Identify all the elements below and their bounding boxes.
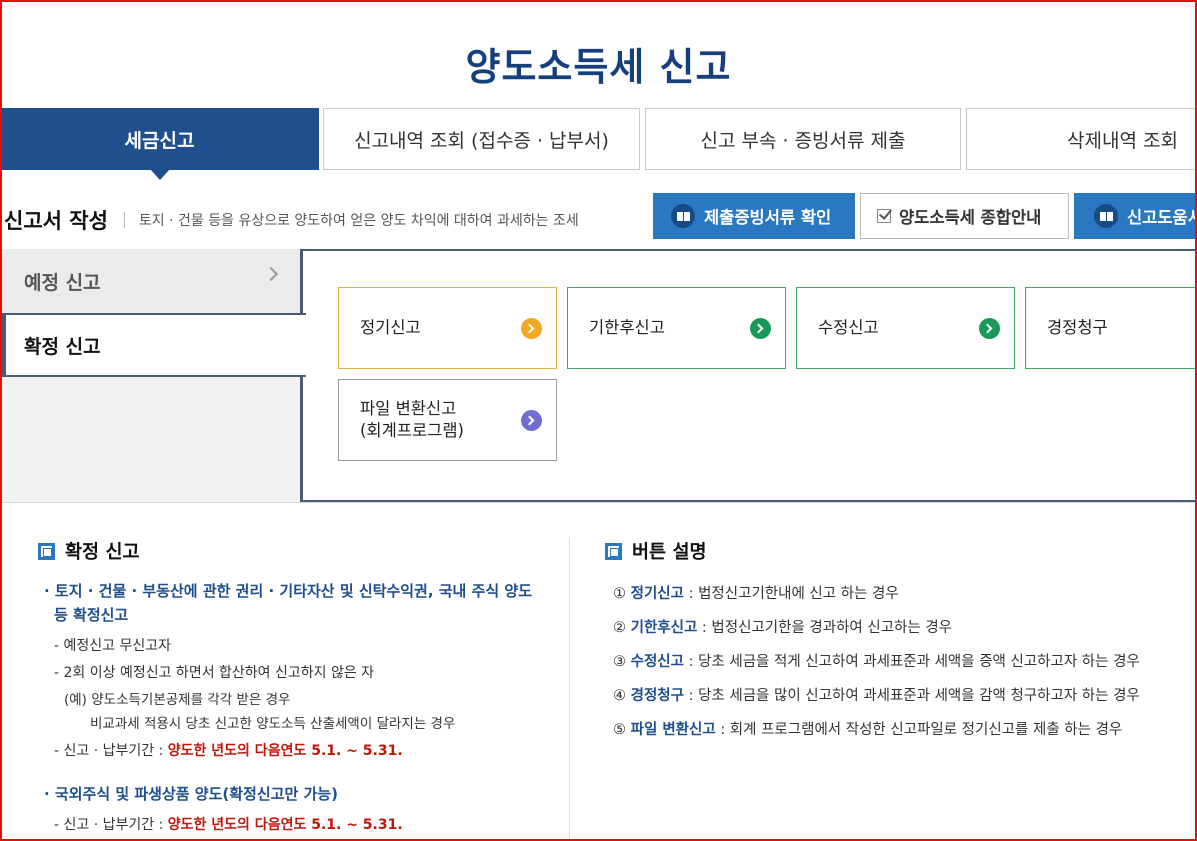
- final-report-heading: 확정 신고: [38, 538, 538, 564]
- info-period: - 신고 · 납부기간 : 양도한 년도의 다음연도 5.1. ~ 5.31.: [54, 743, 403, 759]
- help-service-button[interactable]: 신고도움서비스: [1074, 193, 1197, 239]
- item-desc: : 법정신고기한내에 신고 하는 경우: [688, 586, 899, 602]
- button-description-heading-text: 버튼 설명: [632, 542, 707, 563]
- late-report-label: 기한후신고: [589, 318, 665, 337]
- info-divider: [569, 537, 570, 841]
- book-icon: [671, 204, 695, 228]
- period-label: 신고 · 납부기간 :: [63, 817, 164, 833]
- guide-button[interactable]: 양도소득세 종합안내: [860, 193, 1069, 239]
- info-group-2: · 국외주식 및 파생상품 양도(확정신고만 가능) - 신고 · 납부기간 :…: [44, 782, 538, 834]
- info-group-1-title-line1: 토지 · 건물 · 부동산에 관한 권리 · 기타자산 및 신탁수익권, 국내 …: [54, 582, 533, 600]
- item-number: ③: [613, 654, 626, 670]
- sidebar-item-label: 예정 신고: [24, 271, 101, 294]
- sidebar-item-preliminary[interactable]: 예정 신고: [0, 249, 302, 313]
- item-desc: : 당초 세금을 적게 신고하여 과세표준과 세액을 증액 신고하고자 하는 경…: [688, 654, 1140, 670]
- chevron-right-icon: [750, 318, 771, 339]
- info-group-1-title-line2: 등 확정신고: [54, 606, 129, 624]
- info-example: (예) 양도소득기본공제를 각각 받은 경우: [64, 692, 291, 708]
- sidebar-item-label: 확정 신고: [24, 335, 101, 358]
- file-convert-report-button[interactable]: 파일 변환신고 (회계프로그램): [338, 379, 557, 461]
- correction-claim-button[interactable]: 경정청구: [1025, 287, 1197, 369]
- button-description-info: 버튼 설명 ① 정기신고 : 법정신고기한내에 신고 하는 경우 ② 기한후신고…: [605, 538, 1195, 739]
- book-icon: [1094, 204, 1118, 228]
- file-convert-label-line1: 파일 변환신고: [360, 399, 457, 418]
- button-description-item: ③ 수정신고 : 당초 세금을 적게 신고하여 과세표준과 세액을 증액 신고하…: [613, 650, 1195, 671]
- button-description-item: ① 정기신고 : 법정신고기한내에 신고 하는 경우: [613, 582, 1195, 603]
- square-bullet-icon: [38, 543, 55, 560]
- info-period: - 신고 · 납부기간 : 양도한 년도의 다음연도 5.1. ~ 5.31.: [54, 817, 403, 833]
- tab-tax-report[interactable]: 세금신고: [0, 108, 319, 180]
- chevron-right-icon: [979, 318, 1000, 339]
- late-report-button[interactable]: 기한후신고: [567, 287, 786, 369]
- button-description-item: ④ 경정청구 : 당초 세금을 많이 신고하여 과세표준과 세액을 감액 청구하…: [613, 684, 1195, 705]
- item-name: 경정청구: [630, 688, 684, 704]
- file-convert-label: 파일 변환신고 (회계프로그램): [360, 398, 464, 442]
- proof-docs-label: 제출증빙서류 확인: [704, 208, 832, 227]
- button-description-list: ① 정기신고 : 법정신고기한내에 신고 하는 경우 ② 기한후신고 : 법정신…: [613, 582, 1195, 739]
- page-title: 양도소득세 신고: [465, 45, 732, 89]
- info-sub-text: 2회 이상 예정신고 하면서 합산하여 신고하지 않은 자: [63, 665, 375, 681]
- info-group-1: · 토지 · 건물 · 부동산에 관한 권리 · 기타자산 및 신탁수익권, 국…: [44, 579, 538, 760]
- item-desc: : 당초 세금을 많이 신고하여 과세표준과 세액을 감액 청구하고자 하는 경…: [688, 688, 1140, 704]
- tab-attachment-submit[interactable]: 신고 부속 · 증빙서류 제출: [645, 108, 961, 170]
- item-number: ④: [613, 688, 626, 704]
- info-sub-text: 예정신고 무신고자: [63, 638, 172, 654]
- period-label: 신고 · 납부기간 :: [63, 743, 164, 759]
- info-sub-item: - 예정신고 무신고자: [54, 638, 172, 654]
- section-description: 토지 · 건물 등을 유상으로 양도하여 얻은 양도 차익에 대하여 과세하는 …: [138, 213, 579, 229]
- item-number: ⑤: [613, 722, 626, 738]
- item-desc: : 법정신고기한을 경과하여 신고하는 경우: [701, 620, 953, 636]
- info-group-2-title-text: 국외주식 및 파생상품 양도(확정신고만 가능): [54, 785, 338, 803]
- sidebar-item-final[interactable]: 확정 신고: [0, 313, 306, 377]
- item-number: ①: [613, 586, 626, 602]
- final-report-heading-text: 확정 신고: [65, 542, 140, 563]
- proof-docs-button[interactable]: 제출증빙서류 확인: [653, 193, 855, 239]
- help-service-label: 신고도움서비스: [1127, 208, 1197, 227]
- button-description-item: ⑤ 파일 변환신고 : 회계 프로그램에서 작성한 신고파일로 정기신고를 제출…: [613, 718, 1195, 739]
- item-name: 파일 변환신고: [630, 722, 716, 738]
- period-value: 양도한 년도의 다음연도 5.1. ~ 5.31.: [167, 817, 403, 833]
- final-report-info: 확정 신고 · 토지 · 건물 · 부동산에 관한 권리 · 기타자산 및 신탁…: [38, 538, 538, 834]
- chevron-right-icon: [263, 266, 279, 282]
- item-number: ②: [613, 620, 626, 636]
- info-group-1-title: · 토지 · 건물 · 부동산에 관한 권리 · 기타자산 및 신탁수익권, 국…: [44, 582, 533, 624]
- guide-label: 양도소득세 종합안내: [899, 208, 1042, 227]
- item-name: 정기신고: [630, 586, 684, 602]
- regular-report-button[interactable]: 정기신고: [338, 287, 557, 369]
- tab-deleted-history[interactable]: 삭제내역 조회: [966, 108, 1197, 170]
- tab-bar: 세금신고 신고내역 조회 (접수증 · 납부서) 신고 부속 · 증빙서류 제출…: [0, 108, 1197, 180]
- report-button-panel: 정기신고 기한후신고 수정신고 경정청구 파일 변환신고 (회계프로그램): [300, 249, 1197, 502]
- info-sub-item: - 2회 이상 예정신고 하면서 합산하여 신고하지 않은 자: [54, 665, 375, 681]
- file-convert-label-line2: (회계프로그램): [360, 421, 464, 440]
- amend-report-label: 수정신고: [818, 318, 879, 337]
- info-group-2-title: · 국외주식 및 파생상품 양도(확정신고만 가능): [44, 785, 338, 803]
- square-bullet-icon: [605, 543, 622, 560]
- item-name: 수정신고: [630, 654, 684, 670]
- period-value: 양도한 년도의 다음연도 5.1. ~ 5.31.: [167, 743, 403, 759]
- chevron-right-icon: [521, 318, 542, 339]
- report-content-area: 예정 신고 확정 신고 정기신고 기한후신고 수정신고 경정청구 파일 변환신고…: [0, 249, 1197, 503]
- tab-report-history[interactable]: 신고내역 조회 (접수증 · 납부서): [323, 108, 640, 170]
- amend-report-button[interactable]: 수정신고: [796, 287, 1015, 369]
- section-header: 신고서 작성 토지 · 건물 등을 유상으로 양도하여 얻은 양도 차익에 대하…: [4, 205, 579, 235]
- correction-claim-label: 경정청구: [1047, 318, 1108, 337]
- item-name: 기한후신고: [630, 620, 698, 636]
- checkbox-icon: [877, 209, 891, 223]
- section-separator: [123, 212, 125, 228]
- info-example: 비교과세 적용시 당초 신고한 양도소득 산출세액이 달라지는 경우: [90, 716, 456, 732]
- item-desc: : 회계 프로그램에서 작성한 신고파일로 정기신고를 제출 하는 경우: [720, 722, 1123, 738]
- section-title: 신고서 작성: [4, 209, 108, 233]
- chevron-right-icon: [521, 410, 542, 431]
- regular-report-label: 정기신고: [360, 318, 421, 337]
- button-description-heading: 버튼 설명: [605, 538, 1195, 564]
- button-description-item: ② 기한후신고 : 법정신고기한을 경과하여 신고하는 경우: [613, 616, 1195, 637]
